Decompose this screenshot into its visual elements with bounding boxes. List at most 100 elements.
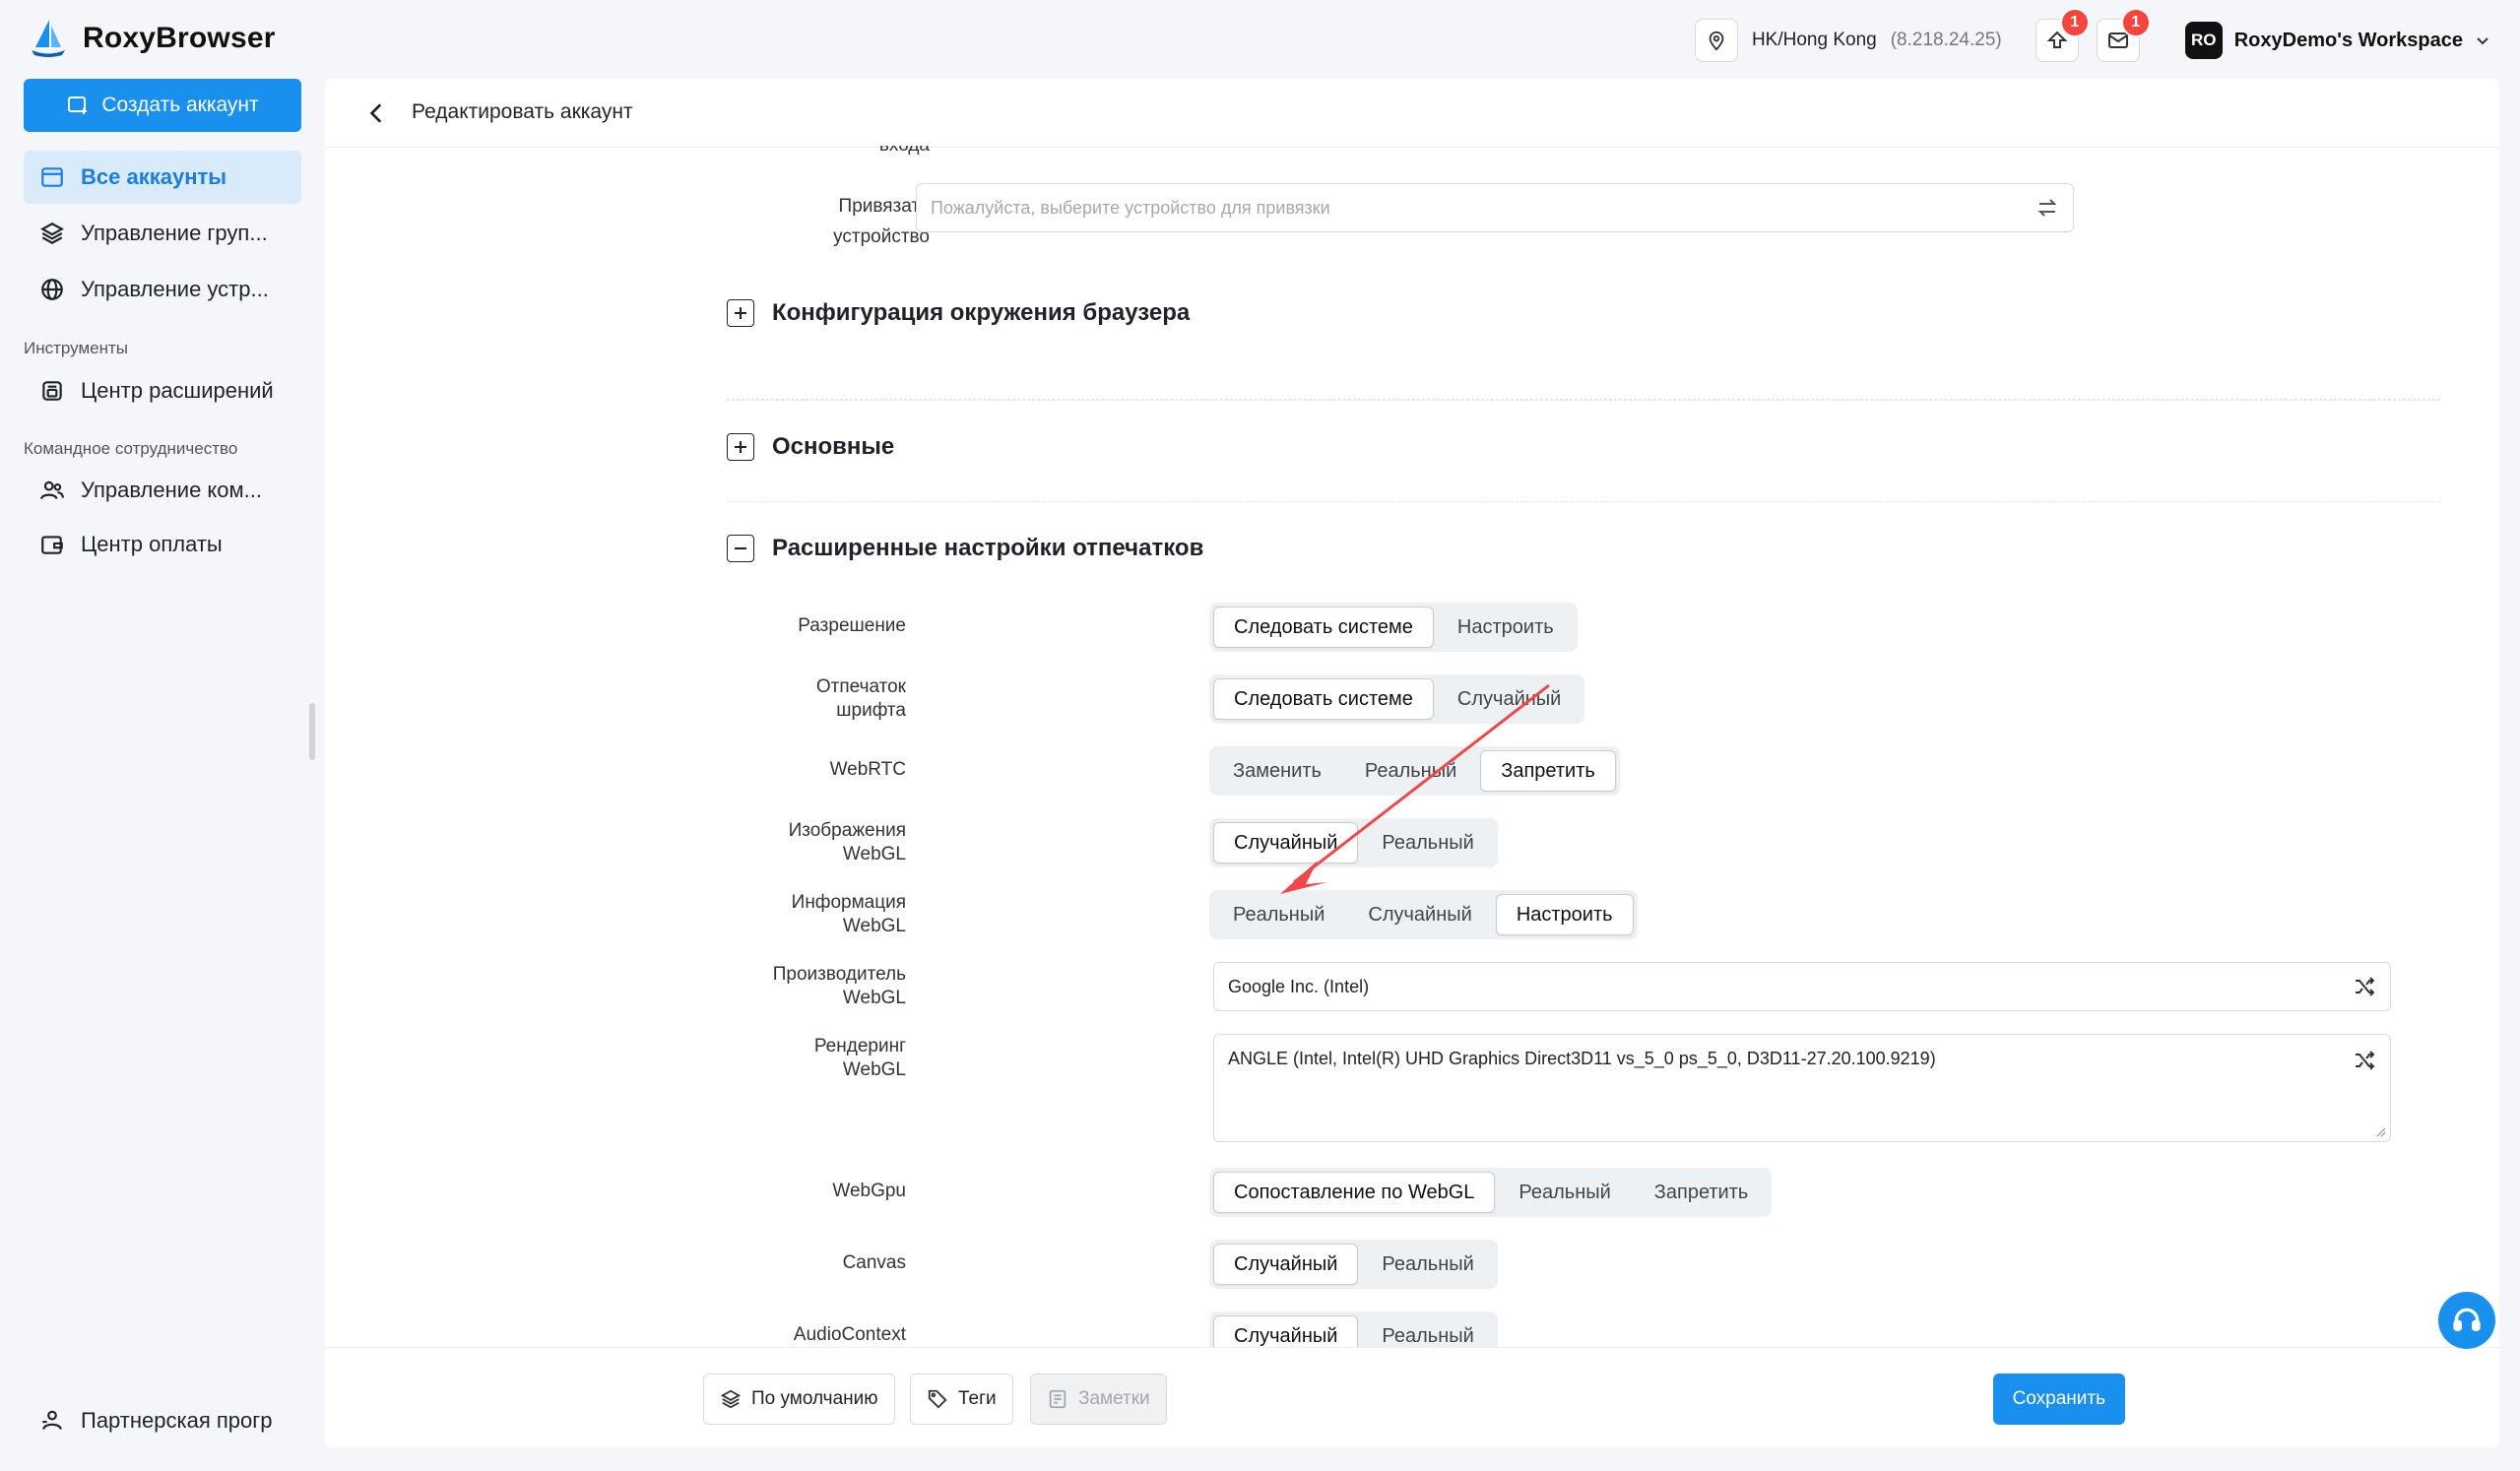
workspace-avatar: RO [2184,22,2223,59]
bind-device-placeholder: Пожалуйста, выберите устройство для прив… [931,197,1330,218]
tags-button-label: Теги [958,1388,997,1409]
bind-device-label-line2: устройство [833,226,930,247]
section-browser-env[interactable]: Конфигурация окружения браузера [727,299,2440,400]
app-logo[interactable]: RoxyBrowser [28,18,276,59]
sidebar-item-groups[interactable]: Управление груп... [24,207,301,260]
webgpu-option-disable[interactable]: Запретить [1635,1172,1769,1213]
main-header: Редактировать аккаунт [325,79,2499,148]
annotation-arrow [1280,683,1550,894]
create-account-button[interactable]: Создать аккаунт [24,79,301,132]
webgl-renderer-label: Рендеринг WebGL [748,1035,906,1082]
webgl-renderer-textarea[interactable]: ANGLE (Intel, Intel(R) UHD Graphics Dire… [1213,1034,2391,1142]
section-advanced-header[interactable]: Расширенные настройки отпечатков [727,535,1203,562]
support-chat-button[interactable] [2438,1292,2495,1349]
upload-badge: 1 [2059,8,2090,37]
chevron-down-icon [2477,37,2488,45]
bind-device-select[interactable]: Пожалуйста, выберите устройство для прив… [916,183,2074,232]
sidebar-resize-handle[interactable] [309,703,315,760]
location-text: HK/Hong Kong [1751,30,1877,50]
sidebar-item-partner[interactable]: Партнерская прогр [24,1394,301,1447]
webgl-vendor-label-line2: WebGL [842,988,906,1008]
section-basic-header[interactable]: Основные [727,433,894,461]
tags-button[interactable]: Теги [910,1374,1013,1425]
add-window-icon [68,96,88,114]
section-title-text: Конфигурация окружения браузера [772,299,1191,326]
sidebar-item-extensions[interactable]: Центр расширений [24,364,301,417]
resolution-option-custom[interactable]: Настроить [1438,607,1574,648]
webgpu-segmented: Сопоставление по WebGL Реальный Запретит… [1209,1168,1773,1217]
section-browser-env-header[interactable]: Конфигурация окружения браузера [727,299,1190,327]
back-arrow-icon[interactable] [364,100,390,126]
webrtc-label: WebRTC [829,759,906,780]
default-button-label: По умолчанию [751,1388,878,1409]
sidebar-item-label: Все аккаунты [81,164,227,189]
plus-icon[interactable] [727,299,754,327]
extension-icon [42,381,62,401]
sidebar-item-label: Центр расширений [81,378,274,403]
sidebar-item-devices[interactable]: Управление устр... [24,263,301,316]
mail-badge: 1 [2120,8,2151,37]
default-button[interactable]: По умолчанию [703,1374,895,1425]
app-name: RoxyBrowser [83,22,276,54]
save-button[interactable]: Сохранить [1992,1374,2125,1425]
webgl-vendor-label-line1: Производитель [772,964,906,985]
webgpu-label: WebGpu [832,1181,906,1201]
swap-icon[interactable] [2035,196,2059,220]
resolution-label: Разрешение [798,615,906,636]
canvas-option-random[interactable]: Случайный [1213,1244,1359,1285]
webgl-images-label-line1: Изображения [788,820,906,841]
sidebar-item-billing[interactable]: Центр оплаты [24,518,301,571]
sidebar-item-team[interactable]: Управление ком... [24,464,301,517]
tag-icon [928,1389,947,1409]
cut-off-label-text: входа [879,146,930,156]
sidebar-item-all-accounts[interactable]: Все аккаунты [24,151,301,204]
webgl-renderer-label-line2: WebGL [842,1059,906,1080]
save-button-label: Сохранить [2012,1388,2105,1409]
audiocontext-label: AudioContext [793,1324,906,1345]
plus-icon[interactable] [727,433,754,461]
workspace-switcher[interactable]: RO RoxyDemo's Workspace [2184,22,2490,59]
location-indicator[interactable]: HK/Hong Kong (8.218.24.25) [1691,16,2018,65]
resolution-segmented: Следовать системе Настроить [1209,603,1578,652]
layers-icon [40,223,64,244]
section-advanced-fingerprint[interactable]: Расширенные настройки отпечатков [727,535,2440,574]
messages-button[interactable]: 1 [2096,8,2151,62]
shuffle-icon[interactable] [2353,975,2376,998]
notes-button[interactable]: Заметки [1030,1374,1167,1425]
section-team-heading: Командное сотрудничество [24,439,238,458]
webgl-renderer-label-line1: Рендеринг [813,1036,906,1056]
section-tools-heading: Инструменты [24,339,129,357]
location-ip: (8.218.24.25) [1890,30,2002,50]
webgl-vendor-input[interactable]: Google Inc. (Intel) [1213,962,2391,1011]
resize-grip-icon[interactable] [2374,1125,2386,1137]
shuffle-icon[interactable] [2353,1049,2376,1072]
sidebar-item-label: Управление груп... [81,221,268,245]
section-divider [727,400,2440,401]
minus-icon[interactable] [727,535,754,562]
webgpu-option-match-webgl[interactable]: Сопоставление по WebGL [1213,1172,1496,1213]
webgl-renderer-value: ANGLE (Intel, Intel(R) UHD Graphics Dire… [1228,1049,1936,1068]
window-icon [41,167,63,187]
bind-device-label: Привязать устройство [788,195,930,249]
resolution-option-follow-system[interactable]: Следовать системе [1213,607,1434,648]
notes-button-label: Заметки [1078,1388,1150,1409]
webgl-info-label: Информация WebGL [748,891,906,938]
bind-device-label-line1: Привязать [838,196,930,217]
upload-button[interactable]: 1 [2035,8,2090,62]
create-account-label: Создать аккаунт [101,94,259,116]
sidebar: Создать аккаунт Все аккаунты Управление … [0,79,315,1471]
sidebar-item-label: Центр оплаты [81,532,223,556]
webgl-info-label-line1: Информация [791,892,906,913]
location-pin-icon [1694,19,1738,62]
webgl-images-label: Изображения WebGL [748,819,906,866]
canvas-label: Canvas [842,1252,906,1273]
canvas-option-real[interactable]: Реальный [1362,1244,1493,1285]
canvas-segmented: Случайный Реальный [1209,1240,1498,1289]
cut-off-label: входа [817,146,930,161]
font-fingerprint-label: Отпечаток шрифта [748,675,906,723]
webgl-info-label-line2: WebGL [842,916,906,936]
webgpu-option-real[interactable]: Реальный [1499,1172,1630,1213]
sidebar-item-label: Управление устр... [81,277,269,301]
section-basic[interactable]: Основные [727,433,2440,502]
font-label-line2: шрифта [836,700,906,721]
